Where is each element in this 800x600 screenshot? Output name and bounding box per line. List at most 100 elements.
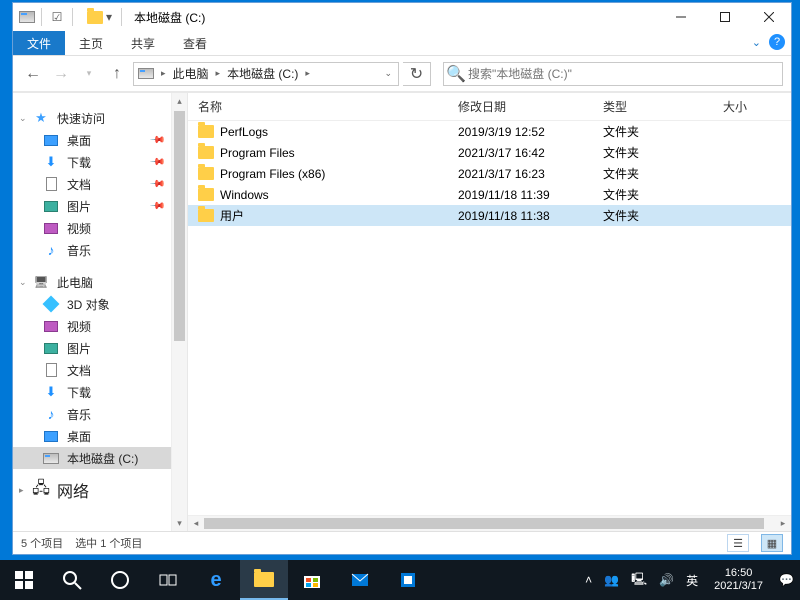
nav-row: ← → ▾ ↑ ▸ 此电脑 ▸ 本地磁盘 (C:) ▸ ⌄ ↻ 🔍 bbox=[13, 56, 791, 92]
search-box[interactable]: 🔍 bbox=[443, 62, 783, 86]
minimize-button[interactable] bbox=[659, 3, 703, 31]
start-button[interactable] bbox=[0, 560, 48, 600]
this-pc-icon: 🖥 bbox=[33, 274, 49, 290]
up-button[interactable]: ↑ bbox=[105, 62, 129, 86]
expand-icon[interactable]: ⌄ bbox=[19, 113, 27, 124]
store-button[interactable] bbox=[288, 560, 336, 600]
cell-date: 2021/3/17 16:23 bbox=[448, 167, 593, 181]
nav-head[interactable]: ⌄★快速访问 bbox=[13, 107, 187, 129]
col-name[interactable]: 名称 bbox=[188, 98, 448, 115]
scroll-up-icon[interactable]: ▴ bbox=[172, 93, 187, 109]
cell-type: 文件夹 bbox=[593, 186, 713, 203]
nav-label: 下载 bbox=[67, 154, 91, 171]
view-large-button[interactable]: ▦ bbox=[761, 534, 783, 552]
nav-item[interactable]: 3D 对象 bbox=[13, 293, 187, 315]
address-dropdown-icon[interactable]: ⌄ bbox=[381, 68, 398, 79]
people-icon[interactable]: 👥 bbox=[598, 573, 625, 587]
volume-icon[interactable]: 🔊 bbox=[653, 573, 680, 587]
network-icon: 🖧 bbox=[33, 482, 49, 498]
tab-view[interactable]: 查看 bbox=[169, 31, 221, 55]
col-date[interactable]: 修改日期 bbox=[448, 98, 593, 115]
maximize-button[interactable] bbox=[703, 3, 747, 31]
expand-icon[interactable]: ⌄ bbox=[19, 277, 27, 288]
table-row[interactable]: Windows 2019/11/18 11:39 文件夹 bbox=[188, 184, 791, 205]
chevron-down-icon[interactable]: ▾ bbox=[103, 10, 115, 24]
back-button[interactable]: ← bbox=[21, 62, 45, 86]
notifications-icon[interactable]: 💬 bbox=[773, 573, 800, 587]
scroll-down-icon[interactable]: ▾ bbox=[172, 515, 187, 531]
help-icon[interactable]: ? bbox=[769, 34, 785, 50]
nav-item[interactable]: ♪音乐 bbox=[13, 403, 187, 425]
ribbon-expand-icon[interactable]: ⌄ bbox=[752, 36, 761, 49]
mail-button[interactable] bbox=[336, 560, 384, 600]
ime-indicator[interactable]: 英 bbox=[680, 572, 704, 589]
h-scrollbar[interactable]: ◂ ▸ bbox=[188, 515, 791, 531]
clock[interactable]: 16:50 2021/3/17 bbox=[704, 567, 773, 593]
scroll-thumb[interactable] bbox=[204, 518, 764, 529]
scroll-thumb[interactable] bbox=[174, 111, 185, 341]
ribbon-tabs: 文件 主页 共享 查看 ⌄ ? bbox=[13, 31, 791, 56]
chevron-right-icon[interactable]: ▸ bbox=[302, 68, 313, 79]
tab-share[interactable]: 共享 bbox=[117, 31, 169, 55]
nav-item[interactable]: 图片 bbox=[13, 337, 187, 359]
drive-icon bbox=[19, 11, 35, 23]
taskview-button[interactable] bbox=[144, 560, 192, 600]
tab-file[interactable]: 文件 bbox=[13, 31, 65, 55]
nav-item[interactable]: 视频 bbox=[13, 315, 187, 337]
refresh-button[interactable]: ↻ bbox=[403, 62, 431, 86]
view-details-button[interactable]: ☰ bbox=[727, 534, 749, 552]
nav-item[interactable]: 文档📌 bbox=[13, 173, 187, 195]
search-input[interactable] bbox=[468, 67, 782, 81]
table-row[interactable]: Program Files (x86) 2021/3/17 16:23 文件夹 bbox=[188, 163, 791, 184]
chevron-right-icon[interactable]: ▸ bbox=[158, 68, 169, 79]
qat-properties-icon[interactable]: ☑ bbox=[48, 10, 66, 24]
nav-head[interactable]: ⌄🖥此电脑 bbox=[13, 271, 187, 293]
scroll-right-icon[interactable]: ▸ bbox=[775, 518, 791, 529]
film-icon bbox=[43, 220, 59, 236]
table-row[interactable]: 用户 2019/11/18 11:38 文件夹 bbox=[188, 205, 791, 226]
expand-icon[interactable]: ▸ bbox=[19, 485, 24, 496]
doc-icon bbox=[43, 362, 59, 378]
nav-label: 本地磁盘 (C:) bbox=[67, 450, 138, 467]
nav-item[interactable]: 桌面 bbox=[13, 425, 187, 447]
address-bar[interactable]: ▸ 此电脑 ▸ 本地磁盘 (C:) ▸ ⌄ bbox=[133, 62, 399, 86]
search-icon: 🔍 bbox=[444, 64, 468, 84]
chevron-right-icon[interactable]: ▸ bbox=[213, 68, 224, 79]
app-button[interactable] bbox=[384, 560, 432, 600]
network-tray-icon[interactable]: 🖳 bbox=[625, 570, 653, 591]
nav-item[interactable]: 文档 bbox=[13, 359, 187, 381]
crumb-root[interactable]: 此电脑 bbox=[169, 65, 213, 82]
nav-network[interactable]: ▸ 🖧 网络 bbox=[13, 479, 187, 501]
nav-label: 图片 bbox=[67, 340, 91, 357]
nav-item[interactable]: ⬇下载 bbox=[13, 381, 187, 403]
edge-button[interactable]: e bbox=[192, 560, 240, 600]
nav-item[interactable]: 图片📌 bbox=[13, 195, 187, 217]
table-row[interactable]: PerfLogs 2019/3/19 12:52 文件夹 bbox=[188, 121, 791, 142]
table-row[interactable]: Program Files 2021/3/17 16:42 文件夹 bbox=[188, 142, 791, 163]
forward-button[interactable]: → bbox=[49, 62, 73, 86]
nav-item[interactable]: 本地磁盘 (C:) bbox=[13, 447, 187, 469]
col-type[interactable]: 类型 bbox=[593, 98, 713, 115]
tray-overflow-icon[interactable]: ˄ bbox=[579, 573, 598, 587]
col-size[interactable]: 大小 bbox=[713, 98, 791, 115]
nav-scrollbar[interactable]: ▴ ▾ bbox=[171, 93, 187, 531]
explorer-button[interactable] bbox=[240, 560, 288, 600]
cell-type: 文件夹 bbox=[593, 144, 713, 161]
nav-item[interactable]: 桌面📌 bbox=[13, 129, 187, 151]
history-dropdown[interactable]: ▾ bbox=[77, 62, 101, 86]
nav-item[interactable]: ⬇下载📌 bbox=[13, 151, 187, 173]
search-button[interactable] bbox=[48, 560, 96, 600]
separator bbox=[72, 8, 73, 26]
cortana-button[interactable] bbox=[96, 560, 144, 600]
tab-home[interactable]: 主页 bbox=[65, 31, 117, 55]
crumb-drive[interactable]: 本地磁盘 (C:) bbox=[223, 65, 302, 82]
close-button[interactable] bbox=[747, 3, 791, 31]
nav-item[interactable]: ♪音乐 bbox=[13, 239, 187, 261]
column-headers: 名称 修改日期 类型 大小 bbox=[188, 93, 791, 121]
nav-item[interactable]: 视频 bbox=[13, 217, 187, 239]
scroll-left-icon[interactable]: ◂ bbox=[188, 518, 204, 529]
note-icon: ♪ bbox=[43, 242, 59, 258]
cell-name: Program Files bbox=[220, 146, 295, 160]
status-selection: 选中 1 个项目 bbox=[75, 535, 142, 551]
pin-icon: 📌 bbox=[148, 154, 165, 171]
